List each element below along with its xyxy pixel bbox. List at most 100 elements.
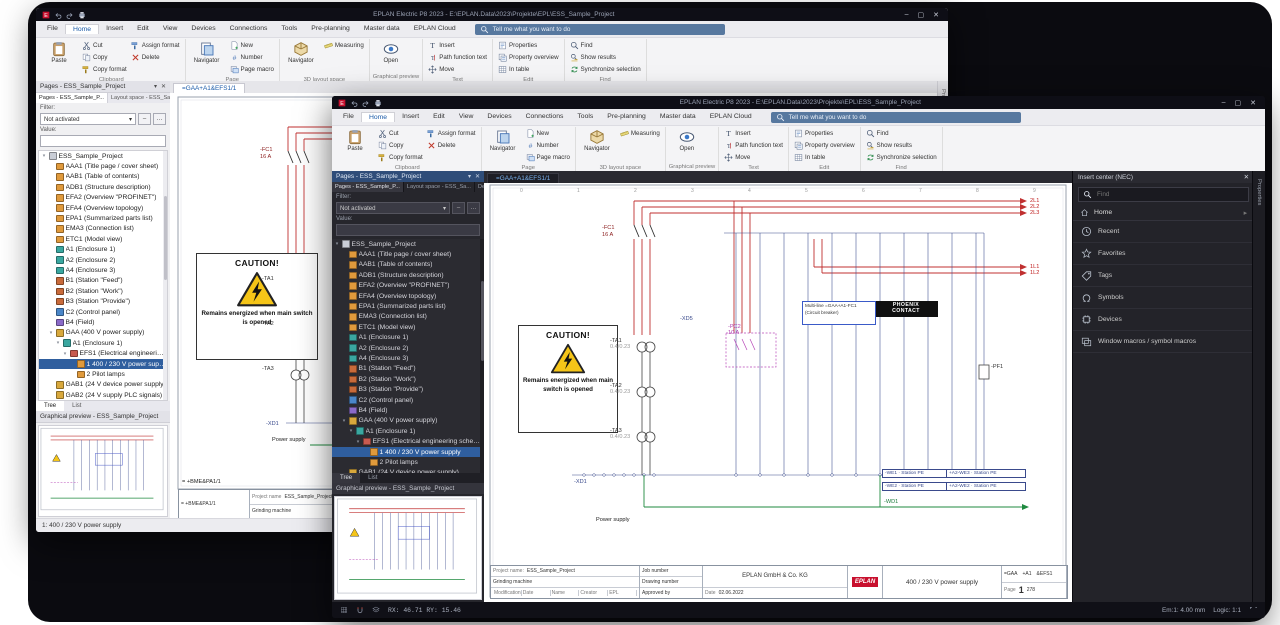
tree-item[interactable]: 1 400 / 230 V power supply [332,447,484,457]
ribbon-button-navigator[interactable]: Navigator [485,127,521,152]
ribbon-tab-file[interactable]: File [40,24,65,34]
snap-icon[interactable] [356,606,364,614]
ribbon-tab-connections[interactable]: Connections [519,112,571,122]
schematic-label[interactable]: 0.4/0.23 [610,434,630,440]
ribbon-button-find[interactable]: Find [864,127,939,139]
tree-item[interactable]: ▾EFS1 (Electrical engineering schematic) [332,436,484,446]
schematic-label[interactable]: 16 A [260,154,271,160]
schematic-label[interactable]: -TA3 [262,366,274,372]
tell-me-search[interactable]: Tell me what you want to do [771,112,1021,123]
ribbon-button-insert[interactable]: TInsert [722,127,785,139]
tree-item[interactable]: EMA3 (Connection list) [39,224,167,234]
filter-more-button[interactable]: … [153,113,166,125]
expand-icon[interactable] [1249,606,1257,614]
ribbon-button-cut[interactable]: Cut [80,39,129,51]
tree-item[interactable]: B2 (Station "Work") [332,374,484,384]
tree-item[interactable]: ▾ESS_Sample_Project [332,239,484,249]
schematic-label[interactable]: 2L3 [1030,210,1039,216]
tree-item[interactable]: B2 (Station "Work") [39,286,167,296]
pages-panel-tab-0[interactable]: Pages - ESS_Sample_P... [332,182,404,192]
ribbon-button-number[interactable]: #Number [228,51,276,63]
insert-center-item-recent[interactable]: Recent [1073,221,1254,243]
schematic-label[interactable]: -XD1 [574,479,587,485]
cross-reference-box[interactable]: -WE2 · Station PE [882,482,948,491]
ribbon-tab-pre-planning[interactable]: Pre-planning [304,24,357,34]
ribbon-tab-view[interactable]: View [156,24,185,34]
close-button[interactable]: ✕ [1250,99,1256,107]
tree-item[interactable]: EFA4 (Overview topology) [332,291,484,301]
device-info-box[interactable]: Multi-line =GAA+A1-FC1 (Circuit breaker) [802,301,876,325]
preview-thumbnail[interactable] [38,425,168,517]
expander-icon[interactable]: ▾ [48,330,54,336]
tree-item[interactable]: ▾EFS1 (Electrical engineering schematic) [39,348,167,358]
ribbon-tab-master-data[interactable]: Master data [357,24,407,34]
tree-item[interactable]: EFA4 (Overview topology) [39,203,167,213]
sheet-tab[interactable]: =GAA+A1&EFS1/1 [487,173,559,183]
tree-item[interactable]: GAB1 (24 V device power supply) [332,468,484,473]
ribbon-button-find[interactable]: Find [568,39,643,51]
insert-center-home[interactable]: Home ▸ [1073,205,1254,221]
ribbon-button-page-macro[interactable]: Page macro [524,151,572,163]
tree-item[interactable]: B3 (Station "Provide") [332,384,484,394]
tree-item[interactable]: ETC1 (Model view) [39,234,167,244]
schematic-label[interactable]: 10 A [728,330,739,336]
tree-item[interactable]: 1 400 / 230 V power supply [39,359,167,369]
ribbon-button-measuring[interactable]: Measuring [322,39,366,51]
grid-icon[interactable] [340,606,348,614]
value-input[interactable] [336,224,480,236]
schematic-label[interactable]: Power supply [596,517,630,523]
close-button[interactable]: ✕ [933,11,939,19]
expander-icon[interactable]: ▾ [62,351,68,357]
tree-item[interactable]: B1 (Station "Feed") [39,276,167,286]
ribbon-button-paste[interactable]: Paste [41,39,77,64]
pin-icon[interactable]: ▾ [154,83,157,90]
schematic-label[interactable]: -WD1 [884,499,898,505]
tree-item[interactable]: B4 (Field) [39,317,167,327]
tree-item[interactable]: EPA1 (Summarized parts list) [39,213,167,223]
expander-icon[interactable]: ▾ [55,340,61,346]
tree-item[interactable]: B1 (Station "Feed") [332,364,484,374]
schematic-label[interactable]: 0.4/0.23 [610,389,630,395]
ribbon-tab-master-data[interactable]: Master data [653,112,703,122]
cross-reference-box[interactable]: +A2-WE3 · Station PE [946,469,1026,478]
print-icon[interactable] [374,99,382,107]
preview-thumbnail[interactable] [334,496,482,600]
insert-center-item-tags[interactable]: Tags [1073,265,1254,287]
tree-item[interactable]: ▾GAA (400 V power supply) [39,328,167,338]
ribbon-button-navigator[interactable]: Navigator [283,39,319,64]
ribbon-tab-home[interactable]: Home [65,24,99,34]
ribbon-button-new[interactable]: New [524,127,572,139]
tree-item[interactable]: EMA3 (Connection list) [332,312,484,322]
ribbon-button-copy[interactable]: Copy [80,51,129,63]
schematic-label[interactable]: -XD5 [680,316,693,322]
caution-note[interactable]: CAUTION! Remains energized when main swi… [518,325,618,433]
ribbon-button-navigator[interactable]: Navigator [189,39,225,64]
ribbon-tab-devices[interactable]: Devices [184,24,222,34]
ribbon-button-properties[interactable]: Properties [792,127,857,139]
filter-dropdown[interactable]: Not activated▾ [336,202,450,214]
filter-minus-button[interactable]: – [452,202,465,214]
schematic-label[interactable]: 1L2 [1030,270,1039,276]
insert-center-item-symbols[interactable]: Symbols [1073,287,1254,309]
ribbon-button-navigator[interactable]: Navigator [579,127,615,152]
tree-item[interactable]: C2 (Control panel) [39,307,167,317]
tree-item[interactable]: ETC1 (Model view) [332,322,484,332]
ribbon-button-open[interactable]: Open [669,127,705,152]
schematic-label[interactable]: 16 A [602,232,613,238]
value-input[interactable] [40,135,166,147]
schematic-label[interactable]: -XD1 [266,421,279,427]
schematic-label[interactable]: Power supply [272,437,306,443]
schematic-label[interactable]: -PF1 [991,364,1003,370]
tree-item[interactable]: A4 (Enclosure 3) [39,265,167,275]
expander-icon[interactable]: ▾ [341,418,347,424]
tree-item[interactable]: EFA2 (Overview "PROFINET") [332,281,484,291]
pages-panel-tab-1[interactable]: Layout space - ESS_Sa... [108,93,170,103]
view-tab-list[interactable]: List [360,473,385,483]
tree-item[interactable]: GQA (Compressed air supply) [39,400,167,401]
cross-reference-box[interactable]: -WE1 · Station PE [882,469,948,478]
tree-item[interactable]: GAB2 (24 V supply PLC signals) [39,390,167,400]
ribbon-button-synchronize-selection[interactable]: Synchronize selection [568,63,643,75]
tree-item[interactable]: EFA2 (Overview "PROFINET") [39,193,167,203]
ribbon-button-move[interactable]: Move [722,151,785,163]
tree-item[interactable]: GAB1 (24 V device power supply) [39,380,167,390]
